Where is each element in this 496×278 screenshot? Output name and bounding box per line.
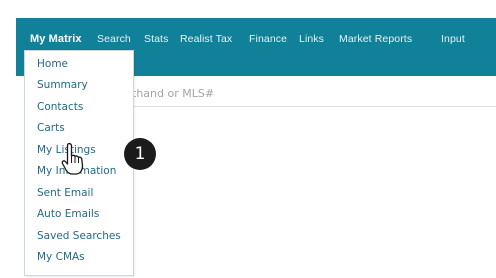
- menu-item-sent-email[interactable]: Sent Email: [37, 187, 93, 199]
- hand-pointer-icon: [61, 142, 84, 175]
- menu-item-my-cmas[interactable]: My CMAs: [37, 251, 85, 263]
- menu-item-contacts[interactable]: Contacts: [37, 101, 83, 113]
- menu-item-summary[interactable]: Summary: [37, 79, 88, 91]
- menu-item-home[interactable]: Home: [37, 58, 68, 70]
- menu-item-auto-emails[interactable]: Auto Emails: [37, 208, 99, 220]
- nav-realist-tax[interactable]: Realist Tax: [180, 33, 232, 45]
- nav-finance[interactable]: Finance: [249, 33, 287, 45]
- nav-input[interactable]: Input: [441, 33, 465, 45]
- search-input[interactable]: [130, 86, 474, 101]
- nav-my-matrix[interactable]: My Matrix: [30, 33, 82, 45]
- nav-search[interactable]: Search: [97, 33, 131, 45]
- nav-stats[interactable]: Stats: [144, 33, 168, 45]
- nav-links[interactable]: Links: [299, 33, 324, 45]
- nav-market-reports[interactable]: Market Reports: [339, 33, 412, 45]
- step-number-badge: 1: [124, 138, 156, 170]
- menu-item-carts[interactable]: Carts: [37, 122, 65, 134]
- menu-item-saved-searches[interactable]: Saved Searches: [37, 230, 121, 242]
- search-bar[interactable]: [120, 80, 496, 107]
